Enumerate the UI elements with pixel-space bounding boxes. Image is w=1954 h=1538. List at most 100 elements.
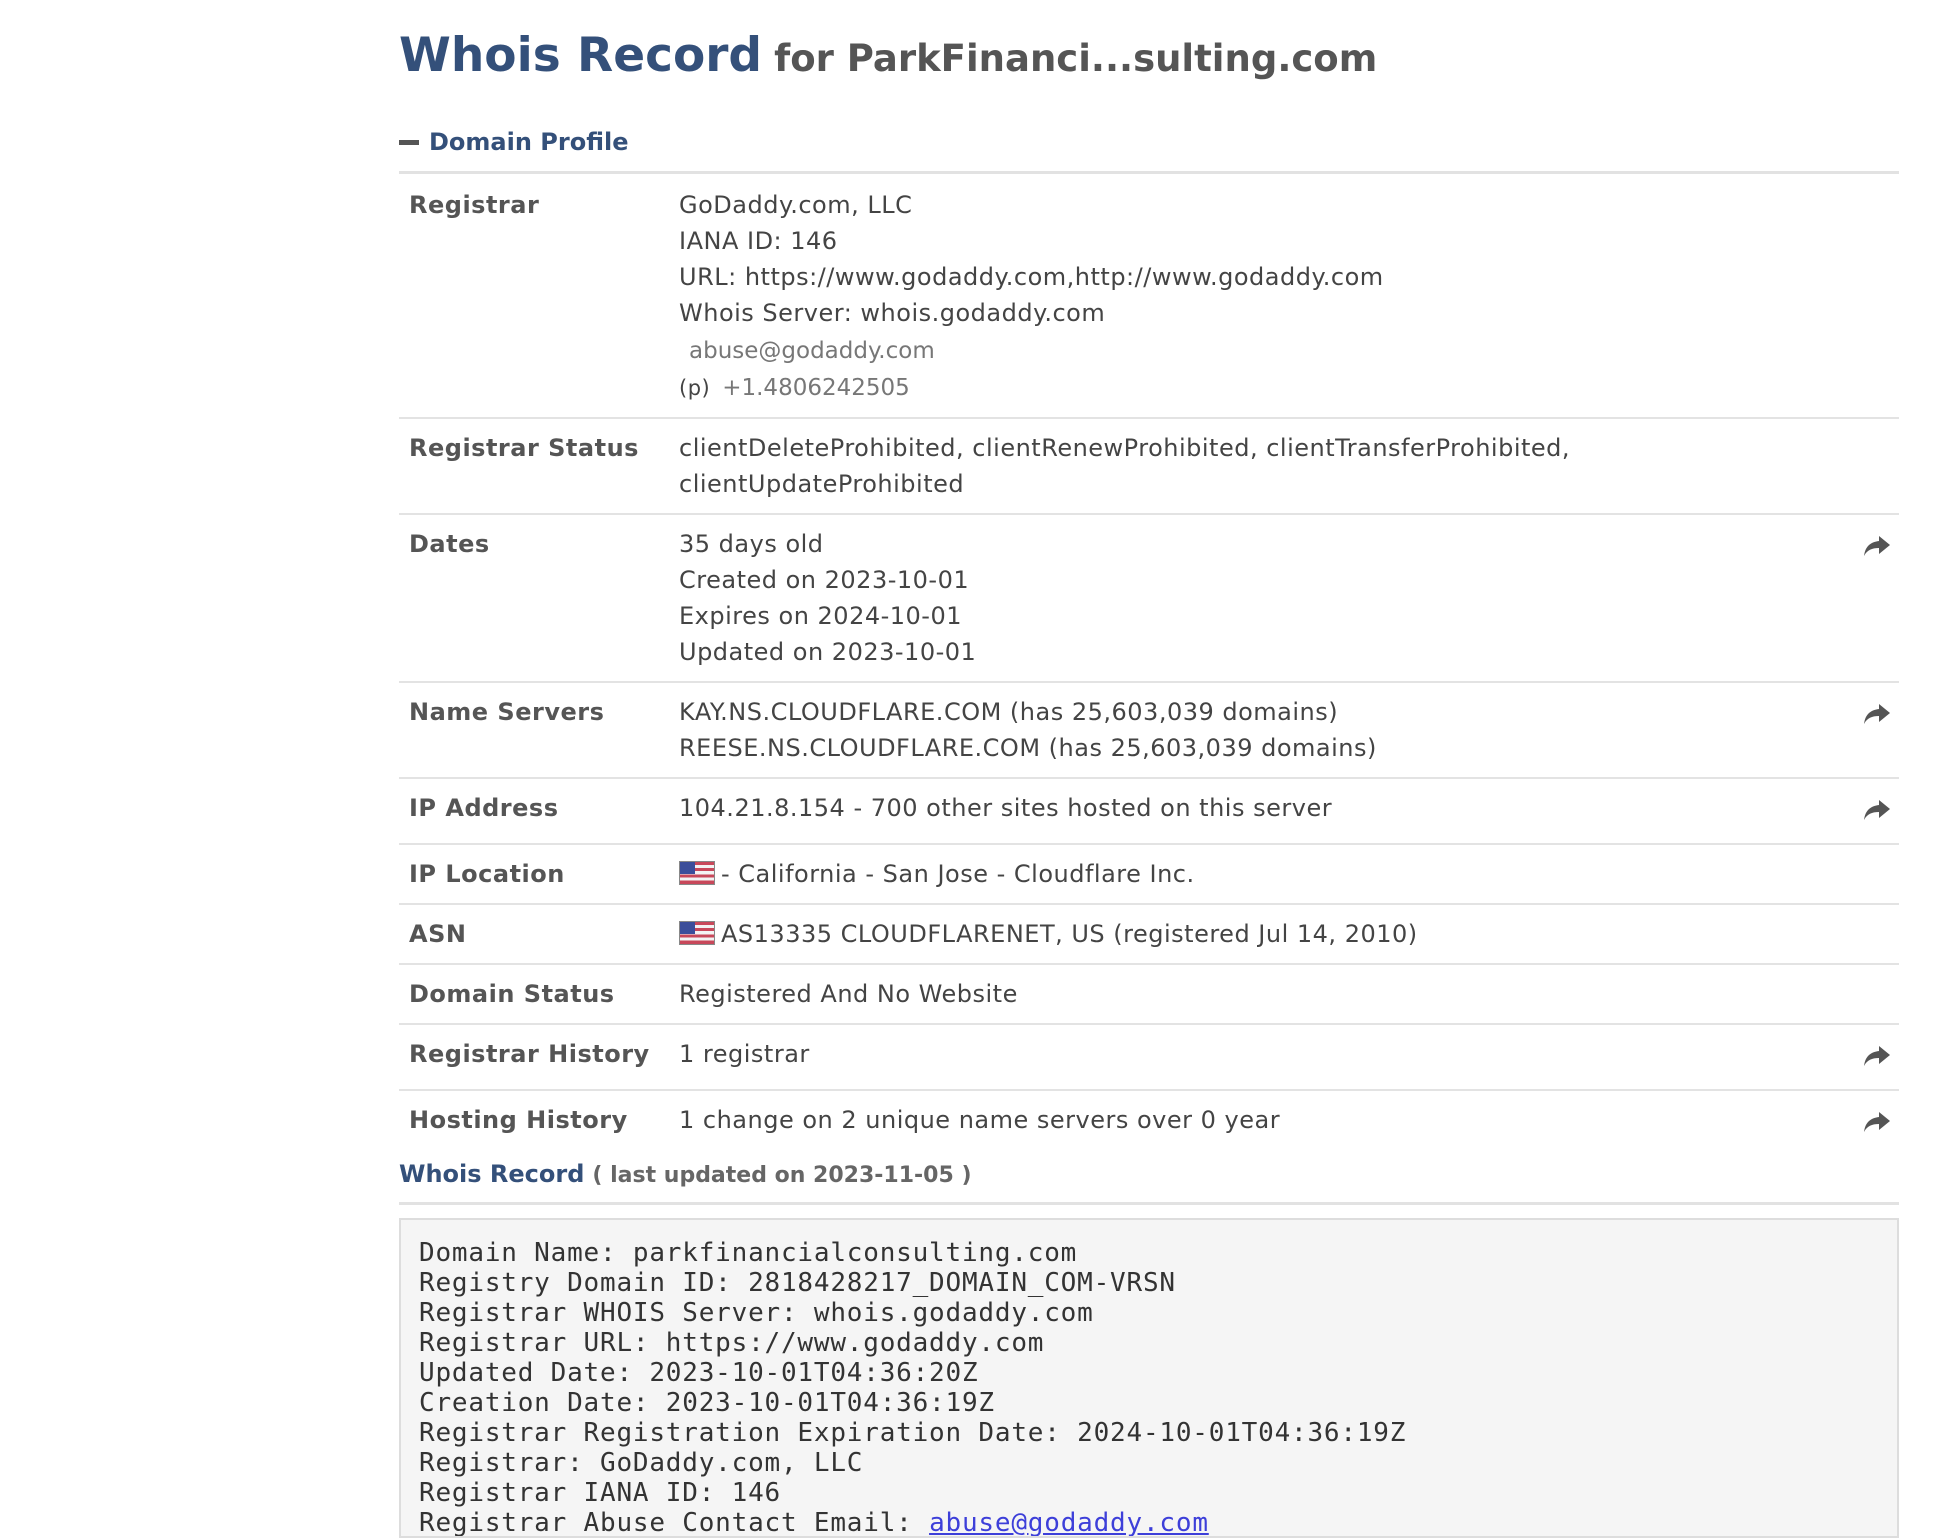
- whois-record-line: Registrar: GoDaddy.com, LLC: [419, 1448, 864, 1478]
- profile-value-text: Updated on 2023-10-01: [679, 638, 977, 666]
- whois-record-line: Registrar Abuse Contact Email: abuse@god…: [419, 1508, 1879, 1538]
- profile-row-label: Domain Status: [409, 980, 615, 1008]
- profile-row-value: 1 registrar: [679, 1024, 1841, 1090]
- raw-whois-record: Domain Name: parkfinancialconsulting.com…: [399, 1218, 1899, 1538]
- profile-row-value: clientDeleteProhibited, clientRenewProhi…: [679, 418, 1841, 514]
- page-title: Whois Record for ParkFinanci...sulting.co…: [399, 28, 1377, 83]
- profile-row-label: IP Location: [409, 860, 565, 888]
- domain-profile-toggle[interactable]: Domain Profile: [399, 128, 629, 156]
- section-divider: [399, 1202, 1899, 1205]
- profile-value-text: - California - San Jose - Cloudflare Inc…: [721, 860, 1195, 888]
- whois-record-line: Domain Name: parkfinancialconsulting.com: [419, 1238, 1078, 1268]
- profile-value-line: KAY.NS.CLOUDFLARE.COM (has 25,603,039 do…: [679, 694, 1841, 730]
- profile-row-value: Registered And No Website: [679, 964, 1841, 1024]
- profile-value-text: 1 change on 2 unique name servers over 0…: [679, 1106, 1281, 1134]
- profile-value-line: clientUpdateProhibited: [679, 466, 1841, 502]
- share-arrow-icon[interactable]: [1863, 1108, 1891, 1132]
- whois-record-line-prefix: Registrar Abuse Contact Email:: [419, 1508, 930, 1538]
- profile-value-text: URL: https://www.godaddy.com,http://www.…: [679, 263, 1384, 291]
- profile-value-text: clientDeleteProhibited, clientRenewProhi…: [679, 434, 1571, 462]
- profile-row-label: IP Address: [409, 794, 559, 822]
- profile-row: Registrar GoDaddy.com, LLC IANA ID: 146 URL…: [399, 176, 1899, 418]
- profile-row-action: [1841, 778, 1899, 844]
- profile-row: ASN AS13335 CLOUDFLARENET, US (registered…: [399, 904, 1899, 964]
- domain-profile-heading: Domain Profile: [429, 128, 629, 156]
- whois-record-line: Registrar URL: https://www.godaddy.com: [419, 1328, 1045, 1358]
- profile-row-value: 104.21.8.154 - 700 other sites hosted on…: [679, 778, 1841, 844]
- whois-record-line: Registrar Registration Expiration Date: …: [419, 1418, 1407, 1448]
- profile-row-action: [1841, 418, 1899, 514]
- us-flag-icon: [679, 921, 715, 945]
- profile-row-value: AS13335 CLOUDFLARENET, US (registered Ju…: [679, 904, 1841, 964]
- profile-row-value: KAY.NS.CLOUDFLARE.COM (has 25,603,039 do…: [679, 682, 1841, 778]
- profile-value-text: Whois Server: whois.godaddy.com: [679, 299, 1106, 327]
- whois-record-header: Whois Record ( last updated on 2023-11-05…: [399, 1160, 972, 1188]
- profile-value-line: Whois Server: whois.godaddy.com: [679, 295, 1841, 331]
- profile-row: IP Address 104.21.8.154 - 700 other sites…: [399, 778, 1899, 844]
- profile-value-line: 1 registrar: [679, 1036, 1841, 1072]
- profile-row-action: [1841, 682, 1899, 778]
- profile-row: Name Servers KAY.NS.CLOUDFLARE.COM (has 2…: [399, 682, 1899, 778]
- profile-row-value: 1 change on 2 unique name servers over 0…: [679, 1090, 1841, 1155]
- whois-record-line: Registrar WHOIS Server: whois.godaddy.co…: [419, 1298, 1094, 1328]
- profile-row: Registrar History 1 registrar: [399, 1024, 1899, 1090]
- profile-value-line: 104.21.8.154 - 700 other sites hosted on…: [679, 790, 1841, 826]
- profile-value-line: REESE.NS.CLOUDFLARE.COM (has 25,603,039 …: [679, 730, 1841, 766]
- profile-value-line: - California - San Jose - Cloudflare Inc…: [679, 856, 1841, 892]
- profile-value-text: Created on 2023-10-01: [679, 566, 970, 594]
- profile-value-line: Created on 2023-10-01: [679, 562, 1841, 598]
- whois-record-line: Registrar IANA ID: 146: [419, 1478, 781, 1508]
- whois-record-line: Registry Domain ID: 2818428217_DOMAIN_CO…: [419, 1268, 1176, 1298]
- profile-value-text: Expires on 2024-10-01: [679, 602, 963, 630]
- profile-row-label: Registrar History: [409, 1040, 650, 1068]
- profile-row: Dates 35 days old Created on 2023-10-01 Exp…: [399, 514, 1899, 682]
- profile-value-line: URL: https://www.godaddy.com,http://www.…: [679, 259, 1841, 295]
- profile-value-text: Registered And No Website: [679, 980, 1018, 1008]
- profile-value-line: GoDaddy.com, LLC: [679, 187, 1841, 223]
- profile-row-action: [1841, 904, 1899, 964]
- whois-record-updated: ( last updated on 2023-11-05 ): [592, 1163, 972, 1188]
- page-title-main: Whois Record: [399, 28, 763, 83]
- share-arrow-icon[interactable]: [1863, 700, 1891, 724]
- profile-row: IP Location - California - San Jose - Clo…: [399, 844, 1899, 904]
- profile-value-text: 1 registrar: [679, 1040, 810, 1068]
- abuse-email-link[interactable]: abuse@godaddy.com: [929, 1508, 1209, 1536]
- share-arrow-icon[interactable]: [1863, 532, 1891, 556]
- profile-value-text: IANA ID: 146: [679, 227, 838, 255]
- section-divider: [399, 171, 1899, 174]
- profile-row-label: Registrar: [409, 191, 540, 219]
- profile-row: Hosting History 1 change on 2 unique name…: [399, 1090, 1899, 1155]
- profile-value-text: KAY.NS.CLOUDFLARE.COM (has 25,603,039 do…: [679, 698, 1339, 726]
- share-arrow-icon[interactable]: [1863, 1042, 1891, 1066]
- whois-record-heading: Whois Record: [399, 1160, 585, 1188]
- domain-profile-table: Registrar GoDaddy.com, LLC IANA ID: 146 URL…: [399, 176, 1899, 1155]
- profile-value-line: Updated on 2023-10-01: [679, 634, 1841, 670]
- page-title-domain: for ParkFinanci...sulting.com: [774, 37, 1378, 80]
- profile-row: Domain Status Registered And No Website: [399, 964, 1899, 1024]
- profile-value-text: REESE.NS.CLOUDFLARE.COM (has 25,603,039 …: [679, 734, 1377, 762]
- whois-record-line: Updated Date: 2023-10-01T04:36:20Z: [419, 1358, 979, 1388]
- profile-value-text: AS13335 CLOUDFLARENET, US (registered Ju…: [721, 920, 1418, 948]
- profile-value-line: clientDeleteProhibited, clientRenewProhi…: [679, 430, 1841, 466]
- registrar-abuse-email: abuse@godaddy.com: [689, 338, 935, 364]
- profile-row-label: ASN: [409, 920, 467, 948]
- profile-row-action: [1841, 1090, 1899, 1155]
- profile-row-value: 35 days old Created on 2023-10-01 Expires …: [679, 514, 1841, 682]
- profile-row-label: Dates: [409, 530, 490, 558]
- profile-row-label: Hosting History: [409, 1106, 628, 1134]
- profile-value-line: IANA ID: 146: [679, 223, 1841, 259]
- profile-value-text: 35 days old: [679, 530, 824, 558]
- profile-row-action: [1841, 176, 1899, 418]
- profile-value-text: clientUpdateProhibited: [679, 470, 965, 498]
- phone-prefix: (p): [679, 376, 711, 400]
- phone-number: +1.4806242505: [722, 375, 910, 401]
- profile-value-line: Expires on 2024-10-01: [679, 598, 1841, 634]
- profile-value-line: 1 change on 2 unique name servers over 0…: [679, 1102, 1841, 1138]
- profile-row: Registrar Status clientDeleteProhibited, …: [399, 418, 1899, 514]
- share-arrow-icon[interactable]: [1863, 796, 1891, 820]
- profile-row-action: [1841, 844, 1899, 904]
- profile-row-value: GoDaddy.com, LLC IANA ID: 146 URL: https:/…: [679, 176, 1841, 418]
- profile-row-action: [1841, 964, 1899, 1024]
- profile-value-text: 104.21.8.154 - 700 other sites hosted on…: [679, 794, 1333, 822]
- profile-row-action: [1841, 514, 1899, 682]
